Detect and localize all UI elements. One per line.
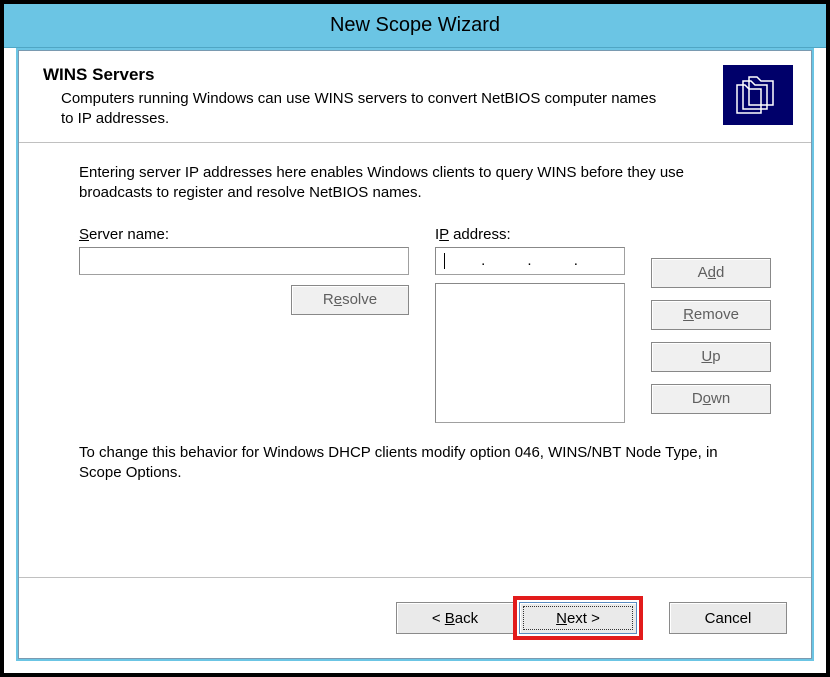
server-listbox[interactable] bbox=[435, 283, 625, 423]
page-subtitle: Computers running Windows can use WINS s… bbox=[61, 89, 661, 128]
resolve-button[interactable]: Resolve bbox=[291, 285, 409, 315]
server-name-column: Server name: Resolve bbox=[79, 226, 409, 315]
ip-column: IP address: . . . bbox=[435, 226, 625, 423]
add-button[interactable]: Add bbox=[651, 258, 771, 288]
next-button[interactable]: Next > bbox=[519, 602, 637, 634]
window-title: New Scope Wizard bbox=[330, 14, 500, 37]
wizard-window: New Scope Wizard WINS Servers Computers … bbox=[0, 0, 830, 677]
note-text: To change this behavior for Windows DHCP… bbox=[79, 443, 751, 484]
instruction-text: Entering server IP addresses here enable… bbox=[79, 163, 751, 204]
side-buttons-column: Add Remove Up Down bbox=[651, 226, 771, 414]
wizard-header: WINS Servers Computers running Windows c… bbox=[19, 51, 811, 143]
form-row: Server name: Resolve IP address: . . . bbox=[79, 226, 751, 423]
back-button[interactable]: < Back bbox=[396, 602, 514, 634]
next-button-highlight: Next > bbox=[513, 596, 643, 640]
titlebar[interactable]: New Scope Wizard bbox=[4, 4, 826, 48]
server-name-input[interactable] bbox=[79, 247, 409, 275]
server-name-label: Server name: bbox=[79, 226, 409, 243]
wizard-footer: < Back Next > Cancel bbox=[19, 577, 811, 658]
folders-icon bbox=[723, 65, 793, 125]
page-title: WINS Servers bbox=[43, 65, 723, 85]
cancel-button[interactable]: Cancel bbox=[669, 602, 787, 634]
header-text: WINS Servers Computers running Windows c… bbox=[43, 65, 723, 128]
up-button[interactable]: Up bbox=[651, 342, 771, 372]
resolve-wrapper: Resolve bbox=[79, 285, 409, 315]
client-area: WINS Servers Computers running Windows c… bbox=[16, 48, 814, 661]
remove-button[interactable]: Remove bbox=[651, 300, 771, 330]
ip-address-input[interactable]: . . . bbox=[435, 247, 625, 275]
wizard-body: WINS Servers Computers running Windows c… bbox=[18, 50, 812, 659]
ip-address-label: IP address: bbox=[435, 226, 625, 243]
content-area: Entering server IP addresses here enable… bbox=[19, 143, 811, 577]
down-button[interactable]: Down bbox=[651, 384, 771, 414]
